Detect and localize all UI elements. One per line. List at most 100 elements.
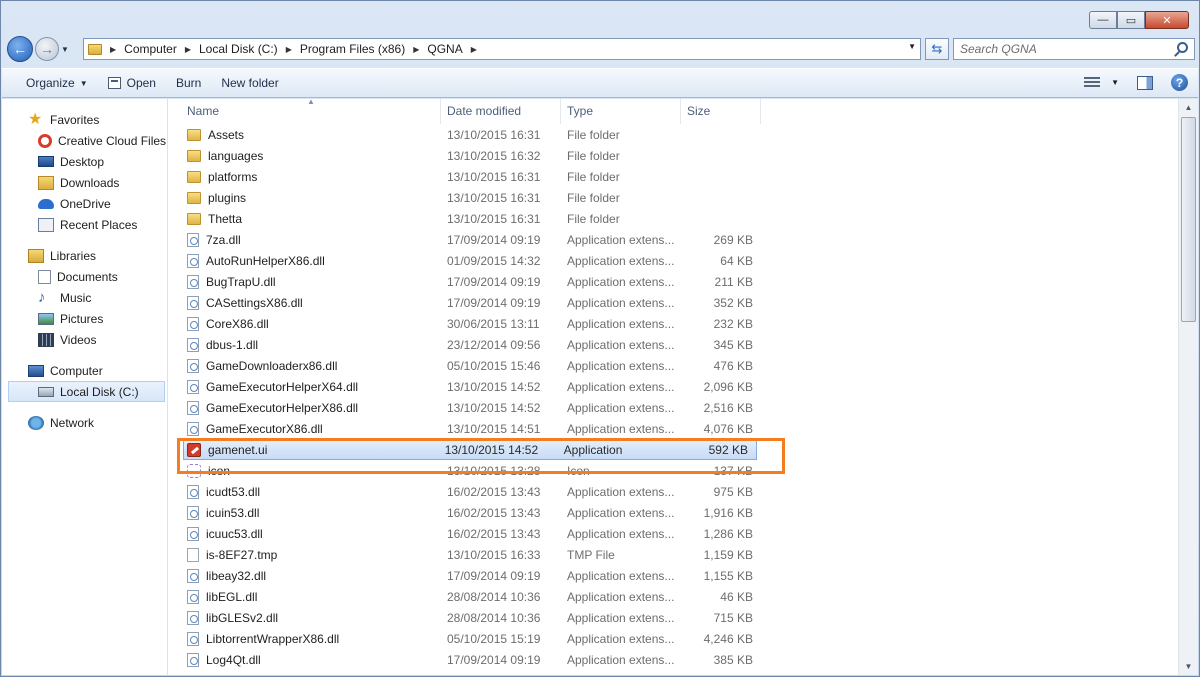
dll-icon: [187, 484, 199, 499]
scroll-down-arrow-icon[interactable]: ▼: [1179, 658, 1198, 675]
file-size: 345 KB: [713, 337, 753, 352]
file-row[interactable]: languages 13/10/2015 16:32 File folder: [169, 145, 1178, 166]
nav-computer[interactable]: Computer: [2, 360, 167, 381]
star-icon: ★: [28, 110, 43, 128]
recent-pages-dropdown[interactable]: ▼: [59, 45, 71, 54]
file-name-cell: Assets: [169, 128, 441, 142]
nav-favorites[interactable]: ★ Favorites: [2, 109, 167, 130]
nav-pictures[interactable]: Pictures: [2, 308, 167, 329]
file-name: Log4Qt.dll: [206, 652, 261, 667]
file-name: CASettingsX86.dll: [206, 295, 303, 310]
file-name-cell: icuin53.dll: [169, 505, 441, 520]
file-type: Application extens...: [567, 505, 675, 520]
file-date: 13/10/2015 16:31: [447, 169, 541, 184]
file-row[interactable]: GameExecutorHelperX64.dll 13/10/2015 14:5…: [169, 376, 1178, 397]
nav-creative-cloud[interactable]: Creative Cloud Files: [2, 130, 167, 151]
file-row[interactable]: BugTrapU.dll 17/09/2014 09:19 Application …: [169, 271, 1178, 292]
nav-local-disk[interactable]: Local Disk (C:): [8, 381, 165, 402]
search-icon[interactable]: [1177, 42, 1188, 53]
chevron-right-icon[interactable]: ▶: [413, 45, 419, 54]
file-row[interactable]: gamenet.ui 13/10/2015 14:52 Application 592…: [183, 439, 757, 460]
search-box[interactable]: [953, 38, 1195, 60]
file-row[interactable]: Log4Qt.dll 17/09/2014 09:19 Application ex…: [169, 649, 1178, 670]
file-row[interactable]: icuuc53.dll 16/02/2015 13:43 Application e…: [169, 523, 1178, 544]
chevron-down-icon[interactable]: ▼: [908, 42, 916, 51]
preview-pane-icon[interactable]: [1137, 75, 1153, 90]
file-size: 975 KB: [713, 484, 753, 499]
nav-downloads[interactable]: Downloads: [2, 172, 167, 193]
file-row[interactable]: icudt53.dll 16/02/2015 13:43 Application e…: [169, 481, 1178, 502]
file-name: CoreX86.dll: [206, 316, 269, 331]
column-type[interactable]: Type: [561, 99, 681, 124]
views-icon[interactable]: [1084, 76, 1101, 89]
nav-recent-places[interactable]: Recent Places: [2, 214, 167, 235]
chevron-right-icon[interactable]: ▶: [110, 45, 116, 54]
file-type: Application extens...: [567, 421, 675, 436]
file-row[interactable]: LibtorrentWrapperX86.dll 05/10/2015 15:19…: [169, 628, 1178, 649]
file-date: 13/10/2015 16:33: [447, 547, 541, 562]
file-row[interactable]: 7za.dll 17/09/2014 09:19 Application exten…: [169, 229, 1178, 250]
file-row[interactable]: AutoRunHelperX86.dll 01/09/2015 14:32 Appl…: [169, 250, 1178, 271]
help-icon[interactable]: ?: [1171, 74, 1188, 91]
nav-libraries[interactable]: Libraries: [2, 245, 167, 266]
file-row[interactable]: icuin53.dll 16/02/2015 13:43 Application e…: [169, 502, 1178, 523]
file-row[interactable]: is-8EF27.tmp 13/10/2015 16:33 TMP File 1,15…: [169, 544, 1178, 565]
search-input[interactable]: [954, 39, 1164, 59]
minimize-button[interactable]: —: [1089, 11, 1117, 29]
column-date-modified[interactable]: Date modified: [441, 99, 561, 124]
file-row[interactable]: Thetta 13/10/2015 16:31 File folder: [169, 208, 1178, 229]
file-row[interactable]: platforms 13/10/2015 16:31 File folder: [169, 166, 1178, 187]
breadcrumb-qgna[interactable]: QGNA: [427, 42, 462, 56]
file-row[interactable]: GameExecutorX86.dll 13/10/2015 14:51 Appli…: [169, 418, 1178, 439]
chevron-right-icon[interactable]: ▶: [286, 45, 292, 54]
nav-videos[interactable]: Videos: [2, 329, 167, 350]
chevron-down-icon: ▼: [61, 44, 69, 54]
nav-onedrive[interactable]: OneDrive: [2, 193, 167, 214]
maximize-button[interactable]: ▭: [1117, 11, 1145, 29]
file-row[interactable]: dbus-1.dll 23/12/2014 09:56 Application ex…: [169, 334, 1178, 355]
new-folder-button[interactable]: New folder: [211, 73, 288, 93]
organize-button[interactable]: Organize ▼: [16, 73, 98, 93]
nav-network[interactable]: Network: [2, 412, 167, 433]
nav-label: Network: [50, 415, 95, 430]
file-row[interactable]: GameDownloaderx86.dll 05/10/2015 15:46 App…: [169, 355, 1178, 376]
column-name[interactable]: Name: [169, 99, 441, 124]
file-row[interactable]: icon 13/10/2015 13:28 Icon 137 KB: [169, 460, 1178, 481]
burn-button[interactable]: Burn: [166, 73, 211, 93]
nav-music[interactable]: ♪ Music: [2, 287, 167, 308]
chevron-right-icon[interactable]: ▶: [185, 45, 191, 54]
file-name-cell: GameExecutorX86.dll: [169, 421, 441, 436]
chevron-down-icon[interactable]: ▼: [1111, 78, 1119, 87]
dll-icon: [187, 652, 199, 667]
scrollbar-thumb[interactable]: [1181, 117, 1196, 322]
address-bar[interactable]: ▶ Computer ▶ Local Disk (C:) ▶ Program F…: [83, 38, 921, 60]
file-row[interactable]: libEGL.dll 28/08/2014 10:36 Application ex…: [169, 586, 1178, 607]
vertical-scrollbar[interactable]: ▲ ▼: [1178, 99, 1198, 675]
nav-documents[interactable]: Documents: [2, 266, 167, 287]
back-button[interactable]: ←: [7, 36, 33, 62]
file-row[interactable]: Assets 13/10/2015 16:31 File folder: [169, 124, 1178, 145]
file-row[interactable]: CoreX86.dll 30/06/2015 13:11 Application e…: [169, 313, 1178, 334]
file-row[interactable]: libGLESv2.dll 28/08/2014 10:36 Application…: [169, 607, 1178, 628]
forward-button[interactable]: →: [35, 37, 59, 61]
window-icon: [107, 77, 121, 89]
breadcrumb-local-disk[interactable]: Local Disk (C:): [199, 42, 278, 56]
column-size[interactable]: Size: [681, 99, 761, 124]
scroll-up-arrow-icon[interactable]: ▲: [1179, 99, 1198, 116]
nav-desktop[interactable]: Desktop: [2, 151, 167, 172]
nav-label: Pictures: [60, 311, 104, 326]
refresh-button[interactable]: ⇆: [925, 38, 949, 60]
breadcrumb-program-files[interactable]: Program Files (x86): [300, 42, 405, 56]
file-row[interactable]: CASettingsX86.dll 17/09/2014 09:19 Applica…: [169, 292, 1178, 313]
tmp-file-icon: [187, 547, 199, 562]
file-name: languages: [208, 148, 264, 163]
close-button[interactable]: ✕: [1145, 11, 1189, 29]
folder-icon: [88, 43, 102, 55]
file-row[interactable]: libeay32.dll 17/09/2014 09:19 Application …: [169, 565, 1178, 586]
open-button[interactable]: Open: [98, 73, 166, 93]
chevron-right-icon[interactable]: ▶: [471, 45, 477, 54]
file-row[interactable]: plugins 13/10/2015 16:31 File folder: [169, 187, 1178, 208]
file-row[interactable]: GameExecutorHelperX86.dll 13/10/2015 14:5…: [169, 397, 1178, 418]
file-date: 17/09/2014 09:19: [447, 295, 541, 310]
breadcrumb-computer[interactable]: Computer: [124, 42, 177, 56]
